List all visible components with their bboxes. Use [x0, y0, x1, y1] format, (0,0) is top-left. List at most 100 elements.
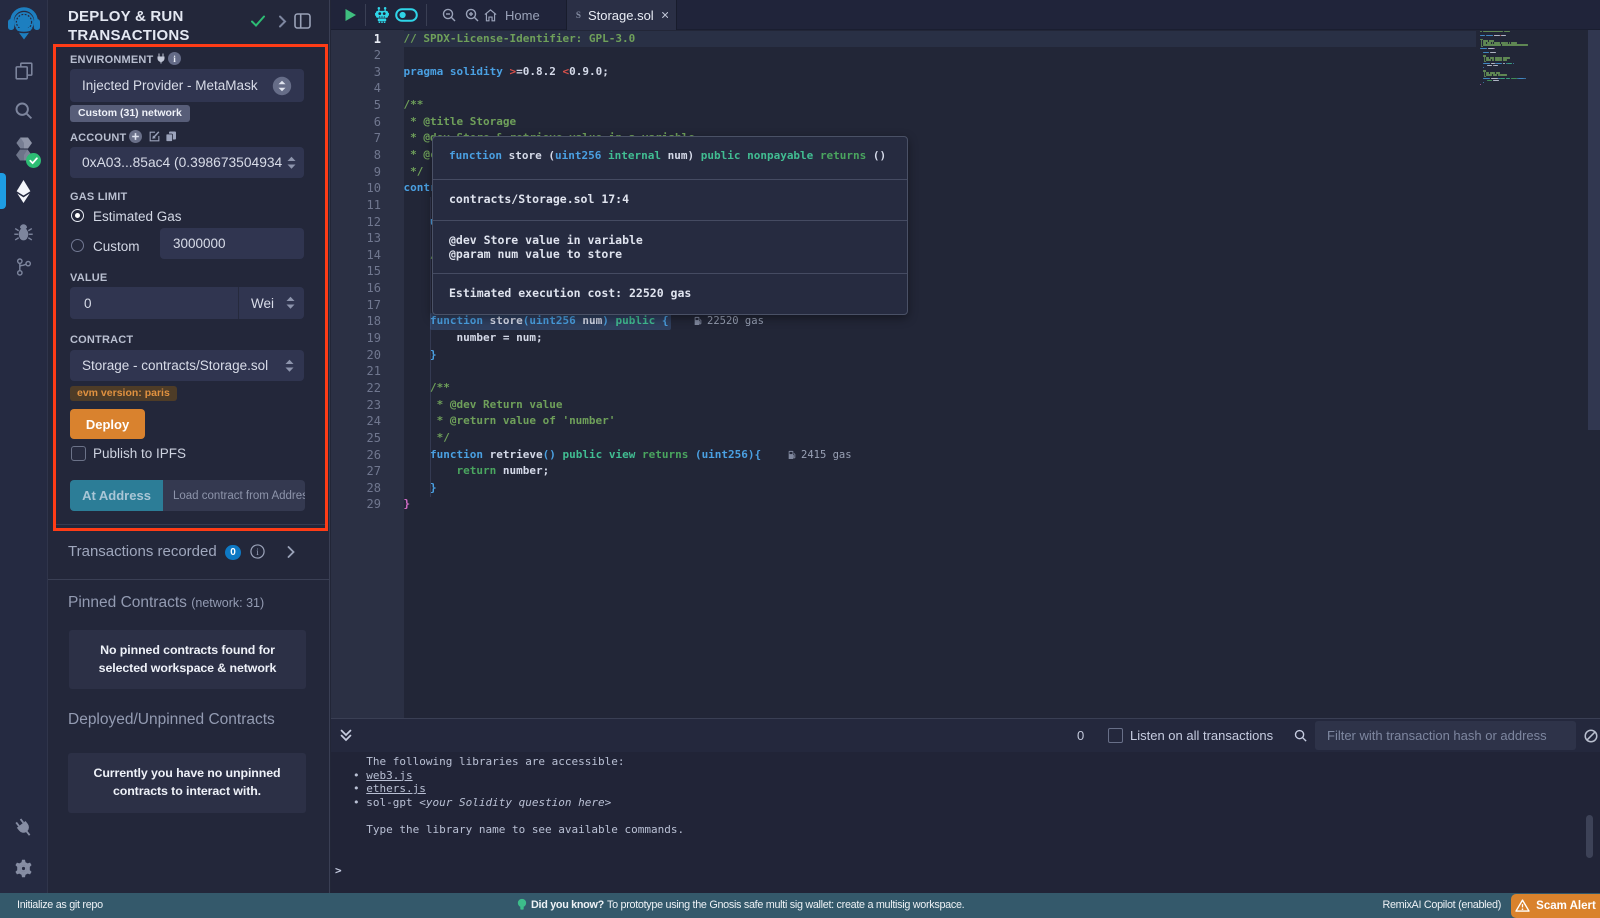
at-address-button[interactable]: At Address [70, 480, 163, 511]
file-explorer-icon[interactable] [0, 52, 47, 90]
close-tab-icon[interactable] [662, 10, 668, 20]
tab-home[interactable]: Home [483, 0, 540, 30]
publish-ipfs-label[interactable]: Publish to IPFS [93, 446, 186, 461]
terminal-search-icon[interactable] [1293, 728, 1308, 743]
network-badge: Custom (31) network [70, 105, 190, 122]
account-select[interactable]: 0xA03...85ac4 (0.398673504934 [70, 147, 304, 178]
terminal-toolbar: 0 Listen on all transactions Filter with… [331, 718, 1600, 752]
code-line[interactable]: 18 function store(uint256 num) public {2… [331, 313, 1477, 330]
environment-select[interactable]: Injected Provider - MetaMask [70, 69, 304, 102]
line-number: 28 [331, 481, 381, 495]
zoom-out-icon[interactable] [441, 7, 457, 23]
clear-console-icon[interactable] [1584, 729, 1598, 743]
code-line[interactable]: 3pragma solidity >=0.8.2 <0.9.0; [331, 64, 1477, 81]
collapse-terminal-icon[interactable] [339, 729, 353, 742]
at-address-input[interactable]: Load contract from Addres [163, 480, 305, 511]
search-icon[interactable] [0, 91, 47, 129]
line-number: 6 [331, 115, 381, 129]
code-line[interactable]: 1// SPDX-License-Identifier: GPL-3.0 [331, 31, 1477, 48]
settings-gear-icon[interactable] [0, 849, 47, 887]
custom-gas-label[interactable]: Custom [93, 239, 140, 254]
code-line[interactable]: 28 } [331, 480, 1477, 497]
scam-alert-badge[interactable]: Scam Alert [1511, 894, 1600, 918]
line-number: 10 [331, 181, 381, 195]
sign-message-icon[interactable] [148, 130, 161, 143]
transactions-count-badge: 0 [225, 545, 241, 560]
code-line[interactable]: 25 */ [331, 430, 1477, 447]
copy-account-icon[interactable] [165, 130, 177, 143]
file-tab-label: Storage.sol [588, 8, 654, 23]
svg-text:i: i [256, 548, 259, 558]
environment-info-icon[interactable]: i [168, 52, 181, 65]
solidity-compiler-icon[interactable] [0, 130, 47, 168]
publish-ipfs-checkbox[interactable] [71, 446, 86, 461]
transactions-info-icon[interactable]: i [250, 544, 265, 559]
contract-select[interactable]: Storage - contracts/Storage.sol [70, 350, 304, 381]
stepper-circle-icon [272, 76, 292, 96]
panel-divider [48, 579, 330, 580]
git-icon[interactable] [0, 248, 47, 286]
code-line[interactable]: 5/** [331, 97, 1477, 114]
ai-robot-icon[interactable] [375, 7, 389, 23]
run-script-play-icon[interactable] [344, 8, 357, 22]
remix-ide-app: DEPLOY & RUN TRANSACTIONS ENVIRONMENT i … [0, 0, 1600, 918]
tab-storage-sol[interactable]: S Storage.sol [566, 0, 677, 30]
pin-panel-icon[interactable] [294, 13, 311, 29]
estimated-gas-radio[interactable] [71, 209, 84, 222]
deploy-button[interactable]: Deploy [70, 409, 145, 439]
panel-expand-chevron-icon[interactable] [278, 15, 287, 28]
terminal-scrollbar[interactable] [1586, 815, 1593, 858]
terminal-link[interactable]: web3.js [366, 769, 412, 782]
stepper-arrows-icon [283, 358, 296, 374]
pinned-contracts-empty-card: No pinned contracts found forselected wo… [69, 630, 306, 689]
deploy-run-icon[interactable] [0, 172, 47, 210]
transactions-expand-chevron[interactable] [287, 546, 295, 558]
line-number: 27 [331, 464, 381, 478]
remix-ai-logo-icon[interactable] [0, 4, 47, 42]
copilot-toggle-icon[interactable] [395, 8, 418, 22]
copilot-status[interactable]: RemixAI Copilot (enabled) [1382, 899, 1501, 911]
transaction-filter-input[interactable]: Filter with transaction hash or address [1315, 721, 1576, 750]
line-number: 21 [331, 364, 381, 378]
code-line[interactable]: 26 function retrieve() public view retur… [331, 447, 1477, 464]
debugger-icon[interactable] [0, 213, 47, 251]
plugin-manager-icon[interactable] [0, 809, 47, 847]
code-line[interactable]: 4 [331, 80, 1477, 97]
line-number: 5 [331, 98, 381, 112]
did-you-know-text: To prototype using the Gnosis safe multi… [607, 899, 964, 911]
zoom-in-icon[interactable] [464, 7, 480, 23]
estimated-gas-label[interactable]: Estimated Gas [93, 209, 182, 224]
editor-scrollbar[interactable] [1588, 30, 1600, 430]
listen-transactions-checkbox[interactable] [1108, 728, 1123, 743]
terminal-output[interactable]: The following libraries are accessible:•… [331, 752, 1600, 893]
add-account-icon[interactable] [129, 130, 142, 143]
code-line[interactable]: 21 [331, 363, 1477, 380]
editor-minimap[interactable] [1477, 30, 1587, 718]
plug-icon[interactable] [155, 52, 167, 65]
code-line[interactable]: 23 * @dev Return value [331, 397, 1477, 414]
line-number: 13 [331, 231, 381, 245]
terminal-link[interactable]: ethers.js [366, 782, 426, 795]
code-line[interactable]: 29} [331, 496, 1477, 513]
listen-transactions-label[interactable]: Listen on all transactions [1130, 728, 1273, 743]
code-text: function store(uint256 num) public { [404, 314, 669, 329]
code-text: * @title Storage [404, 115, 517, 130]
custom-gas-radio[interactable] [71, 239, 84, 252]
code-line[interactable]: 2 [331, 47, 1477, 64]
git-init-status[interactable]: Initialize as git repo [17, 899, 103, 911]
value-input[interactable]: 0 [70, 287, 239, 319]
custom-gas-input[interactable]: 3000000 [160, 228, 304, 259]
code-line[interactable]: 22 /** [331, 380, 1477, 397]
code-line[interactable]: 24 * @return value of 'number' [331, 413, 1477, 430]
code-editor[interactable]: 1// SPDX-License-Identifier: GPL-3.023pr… [331, 30, 1600, 718]
tooltip-doc-line: @dev Store value in variable [449, 233, 891, 247]
code-text: return number; [404, 464, 550, 479]
code-line[interactable]: 6 * @title Storage [331, 114, 1477, 131]
line-number: 14 [331, 248, 381, 262]
value-unit-select[interactable]: Wei [239, 296, 284, 311]
lightbulb-icon [517, 898, 527, 913]
code-line[interactable]: 27 return number; [331, 463, 1477, 480]
code-line[interactable]: 20 } [331, 347, 1477, 364]
code-line[interactable]: 19 number = num; [331, 330, 1477, 347]
line-number: 25 [331, 431, 381, 445]
